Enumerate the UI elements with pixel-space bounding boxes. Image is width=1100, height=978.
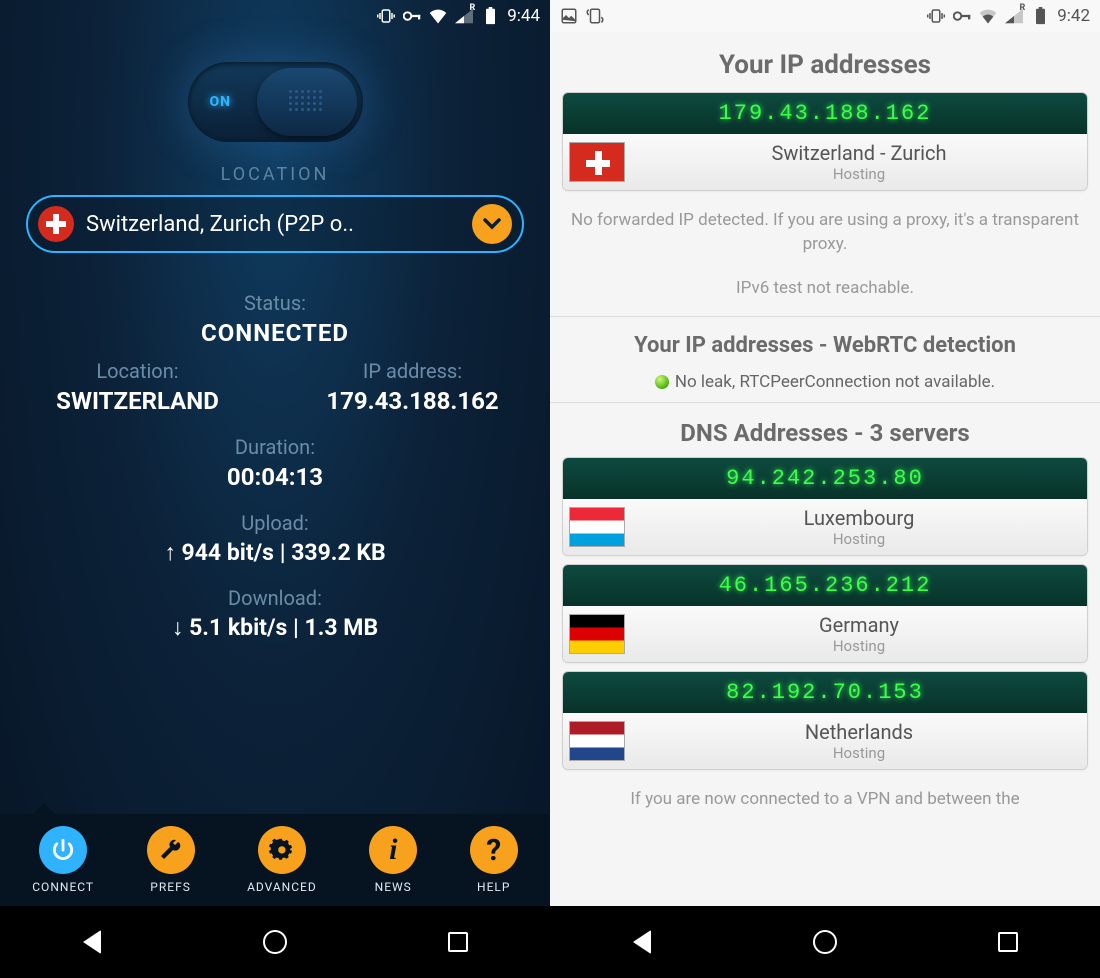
webrtc-heading: Your IP addresses - WebRTC detection: [550, 323, 1100, 368]
dns-location: Netherlands: [631, 720, 1087, 744]
home-button[interactable]: [800, 917, 850, 967]
switzerland-flag-icon: [569, 142, 625, 182]
upload-label: Upload:: [164, 511, 385, 535]
dns-location: Germany: [631, 613, 1087, 637]
dns-ip: 94.242.253.80: [563, 458, 1087, 499]
location-label: Location:: [0, 359, 275, 383]
luxembourg-flag-icon: [569, 507, 625, 547]
rotate-icon: [586, 7, 604, 25]
duration-label: Duration:: [227, 435, 323, 459]
ip-label: IP address:: [275, 359, 550, 383]
divider: [550, 316, 1100, 317]
news-button[interactable]: i NEWS: [369, 826, 417, 894]
signal-icon: R: [455, 7, 473, 25]
page-content[interactable]: Your IP addresses 179.43.188.162 Switzer…: [550, 32, 1100, 978]
location-heading: LOCATION: [0, 164, 550, 185]
dns-type: Hosting: [631, 530, 1087, 548]
dns-ip: 46.165.236.212: [563, 565, 1087, 606]
info-icon: i: [369, 826, 417, 874]
vpn-key-icon: [403, 7, 421, 25]
ipv6-note: IPv6 test not reachable.: [550, 267, 1100, 311]
location-country: SWITZERLAND: [0, 387, 275, 415]
wrench-icon: [147, 826, 195, 874]
recents-button[interactable]: [983, 917, 1033, 967]
recents-button[interactable]: [433, 917, 483, 967]
dns-type: Hosting: [631, 637, 1087, 655]
upload-value: ↑ 944 bit/s | 339.2 KB: [164, 539, 385, 566]
dns-heading: DNS Addresses - 3 servers: [550, 409, 1100, 457]
advanced-button[interactable]: ADVANCED: [247, 826, 317, 894]
status-label: Status:: [201, 291, 349, 315]
dns-type: Hosting: [631, 744, 1087, 762]
android-nav-bar: [550, 906, 1100, 978]
image-icon: [560, 7, 578, 25]
duration-value: 00:04:13: [227, 463, 323, 491]
android-status-bar: R 9:42: [550, 0, 1100, 32]
battery-icon: [481, 7, 499, 25]
download-value: ↓ 5.1 kbit/s | 1.3 MB: [172, 614, 378, 641]
main-ip-type: Hosting: [631, 165, 1087, 183]
vpn-key-icon: [953, 7, 971, 25]
dns-card: 94.242.253.80 Luxembourg Hosting: [562, 457, 1088, 556]
android-nav-bar: [0, 906, 550, 978]
toggle-knob: [257, 68, 357, 136]
download-label: Download:: [172, 586, 378, 610]
back-button[interactable]: [67, 917, 117, 967]
dns-ip: 82.192.70.153: [563, 672, 1087, 713]
toggle-on-label: ON: [210, 94, 232, 110]
signal-icon: R: [1005, 7, 1023, 25]
netherlands-flag-icon: [569, 721, 625, 761]
question-icon: ?: [470, 826, 518, 874]
help-button[interactable]: ? HELP: [470, 826, 518, 894]
bottom-nav: CONNECT PREFS ADVANCED i NEWS ? HELP: [0, 814, 550, 906]
power-icon: [39, 826, 87, 874]
clock: 9:44: [507, 6, 540, 26]
germany-flag-icon: [569, 614, 625, 654]
prefs-button[interactable]: PREFS: [147, 826, 195, 894]
gear-icon: [258, 826, 306, 874]
footer-note: If you are now connected to a VPN and be…: [550, 778, 1100, 812]
android-status-bar: R 9:44: [0, 0, 550, 32]
ip-test-screen: R 9:42 Your IP addresses 179.43.188.162 …: [550, 0, 1100, 978]
ip-value: 179.43.188.162: [275, 387, 550, 415]
ip-heading: Your IP addresses: [550, 32, 1100, 92]
dns-card: 82.192.70.153 Netherlands Hosting: [562, 671, 1088, 770]
location-value: Switzerland, Zurich (P2P o..: [86, 212, 460, 237]
battery-icon: [1031, 7, 1049, 25]
divider: [550, 402, 1100, 403]
vpn-app-screen: R 9:44 ON LOCATION Switzerland, Zurich (…: [0, 0, 550, 978]
vibrate-icon: [927, 7, 945, 25]
vibrate-icon: [377, 7, 395, 25]
connect-button[interactable]: CONNECT: [32, 826, 94, 894]
webrtc-result: No leak, RTCPeerConnection not available…: [550, 368, 1100, 396]
main-ip-card: 179.43.188.162 Switzerland - Zurich Host…: [562, 92, 1088, 191]
home-button[interactable]: [250, 917, 300, 967]
dns-card: 46.165.236.212 Germany Hosting: [562, 564, 1088, 663]
forwarded-ip-note: No forwarded IP detected. If you are usi…: [550, 199, 1100, 267]
wifi-icon: [979, 7, 997, 25]
dns-location: Luxembourg: [631, 506, 1087, 530]
switzerland-flag-icon: [38, 206, 74, 242]
green-led-icon: [655, 375, 669, 389]
chevron-down-icon[interactable]: [472, 204, 512, 244]
main-ip-location: Switzerland - Zurich: [631, 141, 1087, 165]
main-ip-address: 179.43.188.162: [563, 93, 1087, 134]
status-value: CONNECTED: [201, 319, 349, 347]
location-selector[interactable]: Switzerland, Zurich (P2P o..: [26, 195, 524, 253]
wifi-icon: [429, 7, 447, 25]
vpn-toggle[interactable]: ON: [188, 62, 363, 142]
back-button[interactable]: [617, 917, 667, 967]
clock: 9:42: [1057, 6, 1090, 26]
